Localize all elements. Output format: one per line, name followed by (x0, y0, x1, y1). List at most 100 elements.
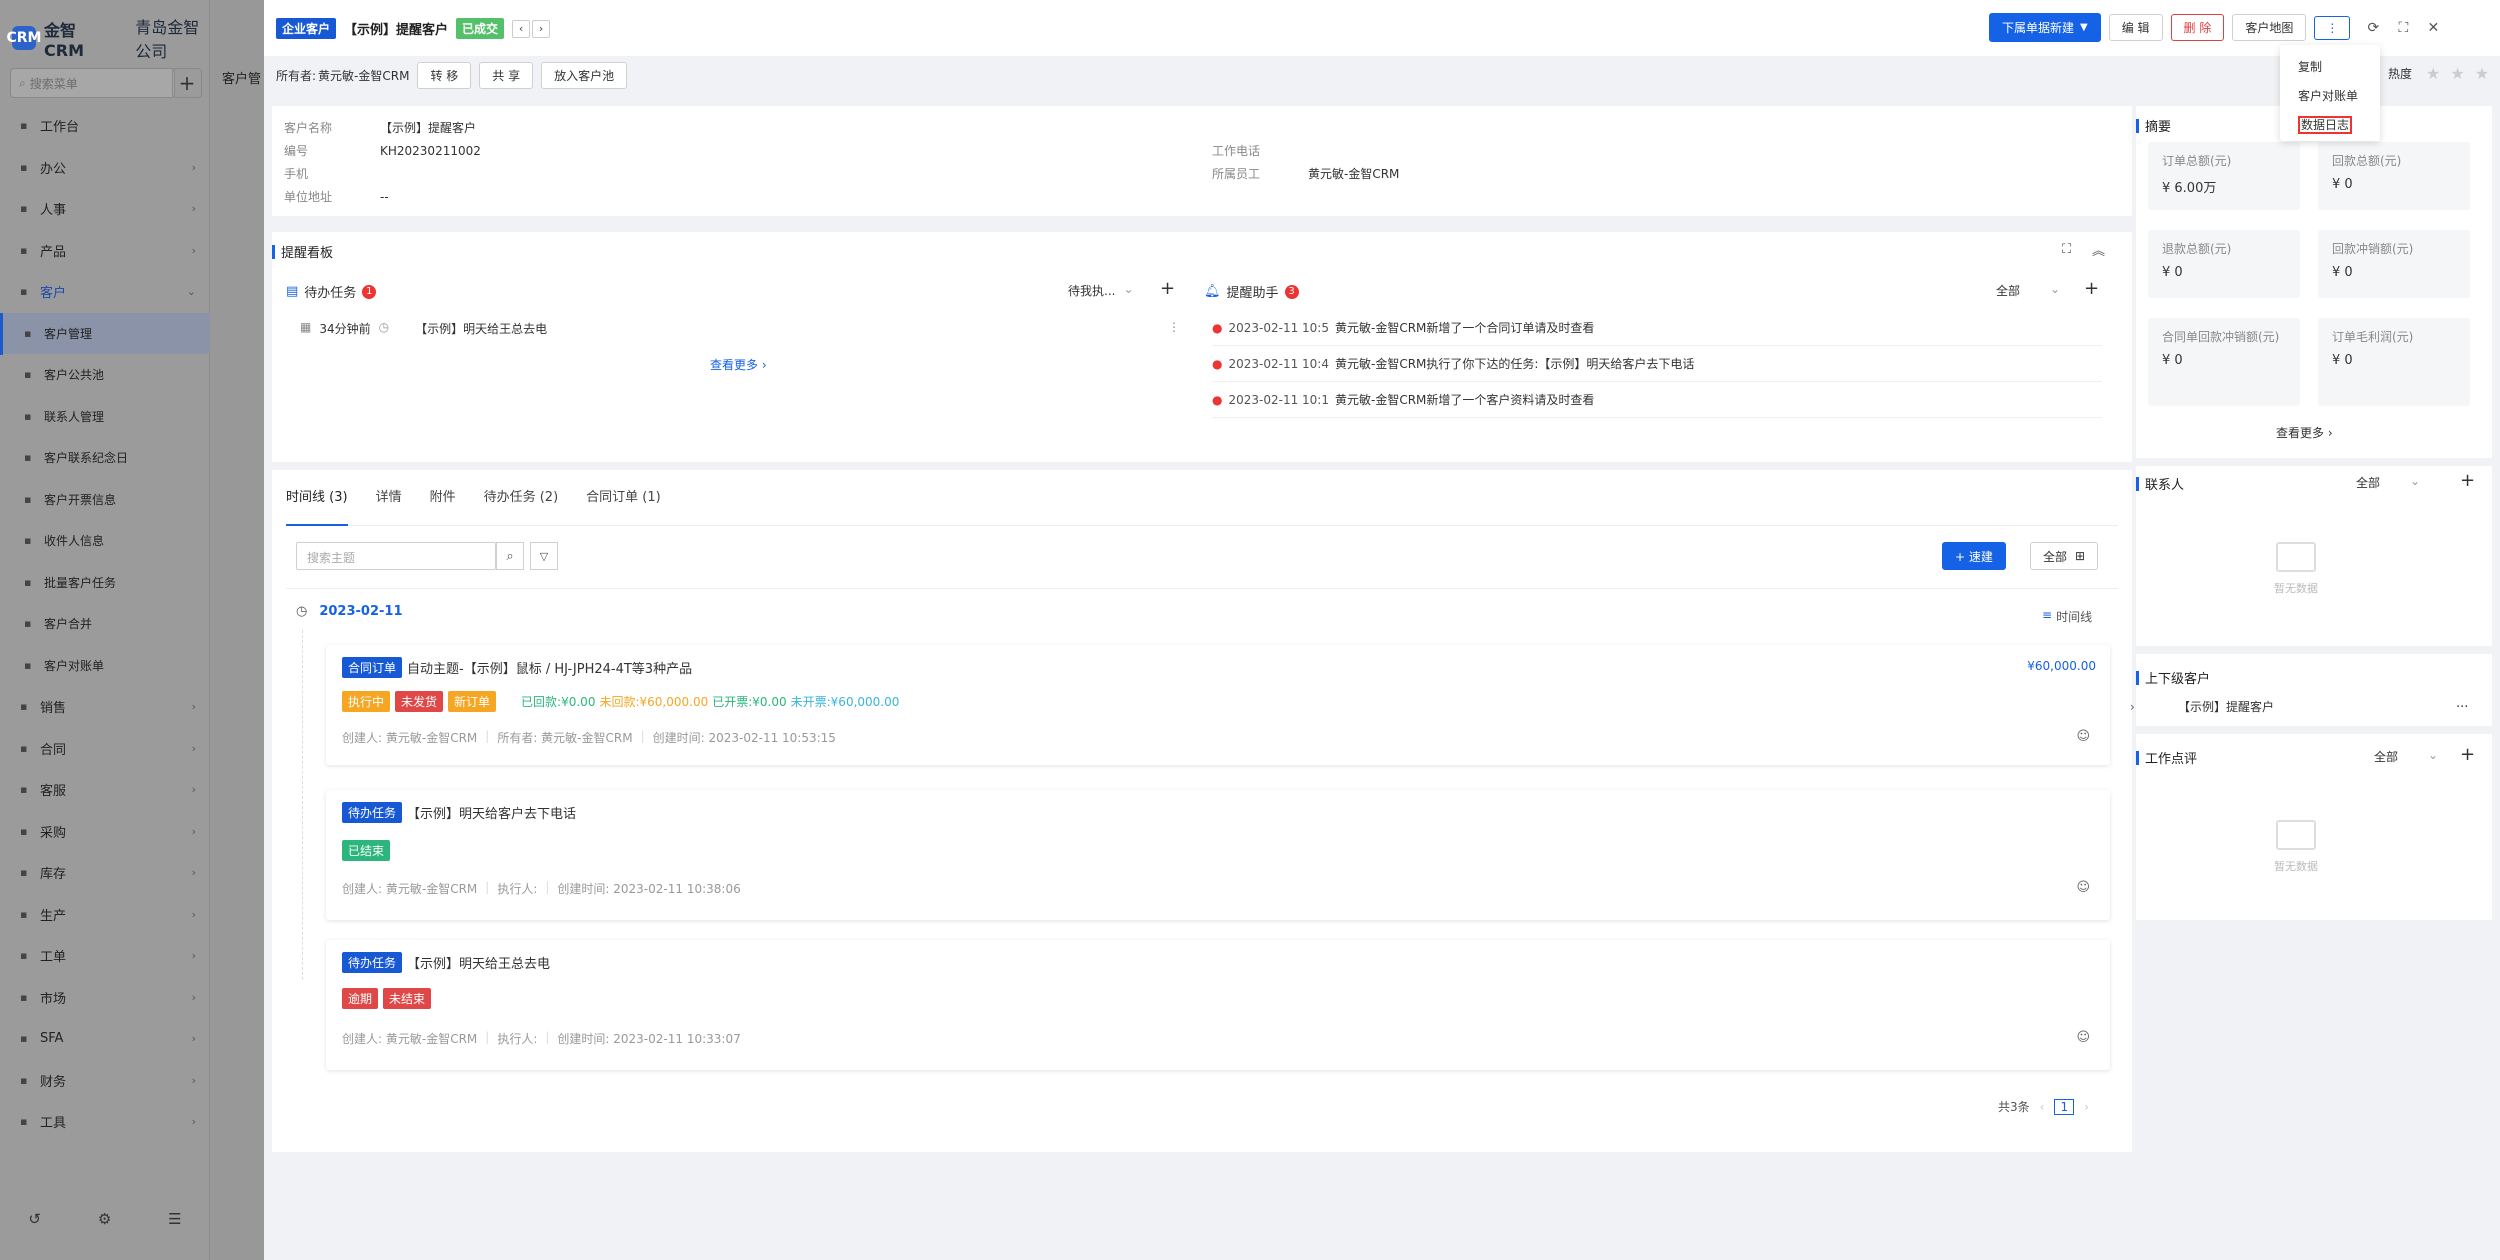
collapse-menu-icon[interactable]: ☰ (168, 1210, 181, 1228)
timeline-view-toggle[interactable]: ≡ 时间线 (2042, 608, 2092, 625)
sidebar-item-8[interactable]: ▪ 客户联系纪念日 (0, 437, 210, 479)
sub-document-new-button[interactable]: 下属单据新建 ▼ (1989, 13, 2101, 42)
settings-icon[interactable]: ⚙ (98, 1210, 111, 1228)
sidebar-item-21[interactable]: ▪ 市场 › (0, 977, 210, 1019)
brand: CRM 金智CRM 青岛金智公司 (7, 14, 209, 62)
close-icon[interactable]: ✕ (2422, 17, 2444, 39)
info-row: 手机 (284, 162, 481, 185)
tab-2[interactable]: 附件 (430, 470, 456, 526)
more-icon[interactable]: ⋮ (1168, 320, 1180, 334)
assistant-item[interactable]: ● 2023-02-11 10:4 黄元敏-金智CRM执行了你下达的任务:【示例】明… (1212, 346, 2102, 382)
sidebar-item-20[interactable]: ▪ 工单 › (0, 935, 210, 977)
star-icon[interactable]: ★ (2426, 64, 2440, 83)
add-assistant-button[interactable]: + (2084, 278, 2099, 299)
company-name[interactable]: 青岛金智公司 (135, 14, 209, 62)
chevron-icon: › (191, 1032, 196, 1046)
tab-4[interactable]: 合同订单 (1) (586, 470, 661, 526)
quick-create-button[interactable]: + 速建 (1942, 542, 2006, 570)
todo-filter-select[interactable]: 待我执... ⌄ (1068, 282, 1134, 299)
sidebar-item-13[interactable]: ▪ 客户对账单 (0, 645, 210, 687)
sidebar-item-23[interactable]: ▪ 财务 › (0, 1060, 210, 1102)
more-icon[interactable]: ... (2456, 696, 2468, 711)
expand-icon[interactable]: ⛶ (2062, 242, 2071, 257)
next-record-button[interactable]: › (532, 19, 551, 38)
comment-icon[interactable]: ☺ (2076, 729, 2090, 744)
sidebar-item-10[interactable]: ▪ 收件人信息 (0, 520, 210, 562)
tab-customer-management[interactable]: 客户管 (222, 68, 261, 87)
sidebar-item-17[interactable]: ▪ 采购 › (0, 811, 210, 853)
tab-1[interactable]: 详情 (376, 470, 402, 526)
add-todo-button[interactable]: + (1160, 278, 1175, 299)
todo-view-more-link[interactable]: 查看更多 › (710, 356, 767, 373)
more-actions-button[interactable]: ⋮ (2314, 15, 2351, 40)
contacts-filter-select[interactable]: 全部 ⌄ (2356, 474, 2420, 491)
history-icon[interactable]: ↺ (28, 1210, 41, 1228)
collapse-icon[interactable]: ︽ (2092, 240, 2105, 259)
add-contact-button[interactable]: + (2460, 470, 2475, 491)
comment-icon[interactable]: ☺ (2076, 880, 2090, 895)
sidebar-item-4[interactable]: ▪ 客户 ⌄ (0, 271, 210, 313)
tab-3[interactable]: 待办任务 (2) (484, 470, 559, 526)
page-1-button[interactable]: 1 (2054, 1098, 2075, 1115)
menu-item-data-log[interactable]: 数据日志 (2280, 111, 2380, 140)
info-value: -- (380, 189, 389, 204)
edit-button[interactable]: 编 辑 (2108, 14, 2163, 41)
tab-0[interactable]: 时间线 (3) (286, 470, 348, 526)
timeline-search-input[interactable]: 搜索主题 (296, 542, 496, 570)
prev-page-button[interactable]: ‹ (2040, 1100, 2045, 1114)
sidebar-item-16[interactable]: ▪ 客服 › (0, 769, 210, 811)
sidebar-item-24[interactable]: ▪ 工具 › (0, 1101, 210, 1143)
sidebar-item-22[interactable]: ▪ SFA › (0, 1018, 210, 1060)
summary-view-more-link[interactable]: 查看更多 › (2276, 424, 2333, 441)
menu-search-input[interactable]: ⌕ 搜索菜单 (10, 68, 175, 98)
info-label: 工作电话 (1212, 144, 1261, 158)
transfer-button[interactable]: 转 移 (417, 62, 472, 89)
parent-customer-item[interactable]: 【示例】提醒客户 (2178, 698, 2274, 715)
sidebar-item-7[interactable]: ▪ 联系人管理 (0, 396, 210, 438)
add-review-button[interactable]: + (2460, 744, 2475, 765)
menu-item-statement[interactable]: 客户对账单 (2280, 82, 2380, 111)
sidebar-item-2[interactable]: ▪ 人事 › (0, 188, 210, 230)
sidebar-item-19[interactable]: ▪ 生产 › (0, 894, 210, 936)
move-to-pool-button[interactable]: 放入客户池 (541, 62, 628, 89)
star-icon[interactable]: ★ (2475, 64, 2489, 83)
assistant-item[interactable]: ● 2023-02-11 10:5 黄元敏-金智CRM新增了一个合同订单请及时查看 (1212, 310, 2102, 346)
collapse-right-panel-icon[interactable]: › (2130, 700, 2135, 714)
sidebar-item-18[interactable]: ▪ 库存 › (0, 852, 210, 894)
refresh-icon[interactable]: ⟳ (2362, 17, 2384, 39)
sidebar-item-12[interactable]: ▪ 客户合并 (0, 603, 210, 645)
todo-item[interactable]: ▦ 34分钟前 ◷ 【示例】明天给王总去电 ⋮ (300, 320, 1180, 337)
next-page-button[interactable]: › (2084, 1100, 2089, 1114)
prev-record-button[interactable]: ‹ (512, 19, 531, 38)
filter-icon[interactable]: ▽ (530, 542, 558, 570)
sidebar-item-11[interactable]: ▪ 批量客户任务 (0, 562, 210, 604)
sidebar-item-9[interactable]: ▪ 客户开票信息 (0, 479, 210, 521)
heat-rating: 热度 ★ ★ ★ (2388, 64, 2489, 83)
fullscreen-icon[interactable]: ⛶ (2392, 17, 2414, 39)
timeline-card-contract[interactable]: 合同订单 自动主题-【示例】鼠标 / HJ-JPH24-4T等3种产品 ¥60,… (326, 645, 2110, 765)
timeline-card-task-overdue[interactable]: 待办任务 【示例】明天给王总去电 逾期 未结束 创建人: 黄元敏-金智CRM | 执… (326, 940, 2110, 1070)
star-icon[interactable]: ★ (2450, 64, 2464, 83)
sidebar-item-5[interactable]: ▪ 客户管理 (0, 312, 210, 354)
customer-map-button[interactable]: 客户地图 (2232, 14, 2307, 41)
assistant-item[interactable]: ● 2023-02-11 10:1 黄元敏-金智CRM新增了一个客户资料请及时查看 (1212, 382, 2102, 418)
sidebar-item-0[interactable]: ▪ 工作台 (0, 105, 210, 147)
sidebar-item-15[interactable]: ▪ 合同 › (0, 728, 210, 770)
share-button[interactable]: 共 享 (479, 62, 534, 89)
menu-item-copy[interactable]: 复制 (2280, 53, 2380, 82)
sidebar-item-3[interactable]: ▪ 产品 › (0, 230, 210, 272)
search-icon[interactable]: ⌕ (496, 542, 524, 570)
add-button[interactable]: + (172, 68, 202, 98)
timeline-card-task-done[interactable]: 待办任务 【示例】明天给客户去下电话 已结束 创建人: 黄元敏-金智CRM | 执… (326, 790, 2110, 920)
comment-icon[interactable]: ☺ (2076, 1030, 2090, 1045)
sidebar-item-14[interactable]: ▪ 销售 › (0, 686, 210, 728)
sidebar-item-1[interactable]: ▪ 办公 › (0, 147, 210, 189)
assistant-filter-select[interactable]: 全部 ⌄ (1996, 282, 2060, 299)
delete-button[interactable]: 删 除 (2170, 14, 2225, 41)
timeline-filter-all[interactable]: 全部 ⊞ (2030, 542, 2099, 570)
review-filter-select[interactable]: 全部 ⌄ (2374, 748, 2438, 765)
card-type-tag: 待办任务 (342, 802, 403, 823)
timeline-filter-all-label: 全部 (2043, 549, 2068, 564)
sidebar-item-6[interactable]: ▪ 客户公共池 (0, 354, 210, 396)
summary-box: 合同单回款冲销额(元) ¥ 0 (2148, 318, 2300, 406)
